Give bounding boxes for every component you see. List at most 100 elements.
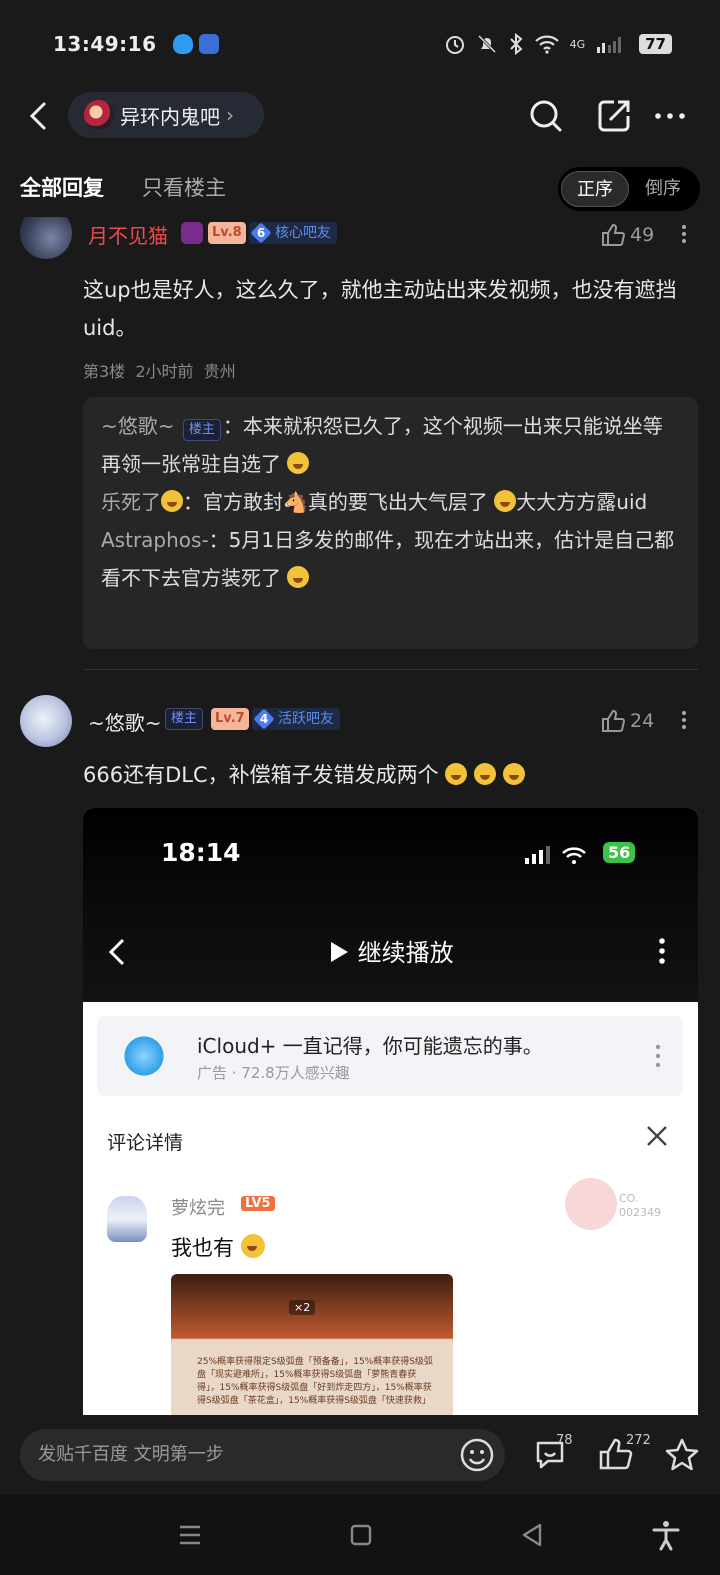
accessibility-icon[interactable] <box>648 1517 684 1553</box>
username[interactable]: ~悠歌~ <box>88 707 162 736</box>
more-options-icon[interactable] <box>679 708 689 734</box>
image-ad-banner: iCloud+ 一直记得，你可能遗忘的事。 广告 · 72.8万人感兴趣 <box>97 1016 683 1096</box>
like-count: 49 <box>630 224 655 246</box>
sub-reply[interactable]: ~悠歌~ 楼主 ：本来就积怨已久了，这个视频一出来只能说坐等再领一张常驻自选了 <box>101 407 680 483</box>
chevron-right-icon: › <box>226 103 234 127</box>
commenter-level: LV5 <box>241 1196 275 1211</box>
continue-play: 继续播放 <box>328 933 454 968</box>
emoji-icon[interactable] <box>457 1435 497 1475</box>
signal-4g-label: 4G <box>569 37 586 51</box>
commenter-text: 我也有 <box>171 1232 265 1262</box>
post-content: 这up也是好人，这么久了，就他主动站出来发视频，也没有遮挡uid。 <box>83 278 677 340</box>
signal-bars-icon <box>597 37 622 53</box>
ad-subtitle: 广告 · 72.8万人感兴趣 <box>197 1064 350 1082</box>
top-nav: 异环内鬼吧 › <box>0 88 720 144</box>
forum-avatar <box>84 100 114 130</box>
sub-replies[interactable]: ~悠歌~ 楼主 ：本来就积怨已久了，这个视频一出来只能说坐等再领一张常驻自选了 乐… <box>83 397 698 649</box>
bluetooth-icon <box>509 33 523 55</box>
app-notification-icon <box>198 34 219 54</box>
forum-name: 异环内鬼吧 <box>120 104 220 129</box>
ad-title: iCloud+ 一直记得，你可能遗忘的事。 <box>197 1034 543 1058</box>
ad-more-icon <box>655 1044 661 1068</box>
like-button[interactable]: 24 <box>600 708 654 734</box>
laughing-emoji-icon <box>474 763 496 785</box>
search-icon[interactable] <box>526 96 566 136</box>
member-badge: 4 活跃吧友 <box>252 708 340 730</box>
thumbs-up-icon <box>602 223 626 247</box>
sort-asc-button[interactable]: 正序 <box>561 171 629 207</box>
reply-input[interactable]: 发贴千百度 文明第一步 <box>20 1429 505 1481</box>
forum-chip[interactable]: 异环内鬼吧 › <box>68 92 264 138</box>
op-tag: 楼主 <box>165 708 204 730</box>
image-signal-icon <box>525 846 586 864</box>
home-icon[interactable] <box>343 1517 379 1553</box>
reply-feed: 月不见猫 Lv.8 6 核心吧友 49 这up也是好人，这么久了，就他主动站出来… <box>0 217 720 1415</box>
post-time: 2小时前 <box>135 362 194 381</box>
mute-icon <box>477 34 496 54</box>
comment-image: ×2 25%概率获得限定S级弧盘「预备备」，15%概率获得S级弧盘「现实避难所」… <box>171 1274 453 1415</box>
more-options-icon[interactable] <box>679 222 689 248</box>
sub-reply[interactable]: 乐死了 ：官方敢封🐴真的要飞出大气层了 大大方方露uid <box>101 483 680 521</box>
divider <box>83 669 698 670</box>
username[interactable]: 月不见猫 <box>88 220 168 249</box>
system-nav-bar <box>0 1495 720 1575</box>
menu-icon[interactable] <box>172 1517 208 1553</box>
sub-reply-author[interactable]: ~悠歌~ <box>101 414 175 438</box>
member-badge: 6 核心吧友 <box>249 222 337 244</box>
comment-count: 78 <box>556 1433 573 1448</box>
smirk-emoji-icon <box>240 1234 265 1258</box>
qq-icon <box>172 34 193 54</box>
bottom-action-bar: 发贴千百度 文明第一步 78 272 <box>0 1415 720 1495</box>
avatar[interactable] <box>20 695 72 747</box>
tab-all-replies[interactable]: 全部回复 <box>20 172 104 202</box>
comment-detail-title: 评论详情 <box>107 1132 184 1154</box>
sub-reply[interactable]: Astraphos-：5月1日多发的邮件，现在才站出来，估计是自己都看不下去官方… <box>101 521 680 597</box>
decoration-code: CO. 002349 <box>619 1192 661 1219</box>
laughing-emoji-icon <box>287 566 310 588</box>
laughing-emoji-icon <box>287 452 310 474</box>
commenter-name: 萝炫完 <box>171 1198 225 1219</box>
laughing-emoji-icon <box>502 763 525 785</box>
post-image[interactable]: 18:14 56 继续播放 iCloud+ 一直记得，你可能遗忘的事。 广告 ·… <box>83 808 698 1415</box>
sub-reply-author[interactable]: 乐死了 <box>101 490 161 514</box>
sub-reply-text-cont: 大大方方露uid <box>516 490 648 514</box>
status-time: 13:49:16 <box>53 32 157 56</box>
image-time: 18:14 <box>161 838 241 867</box>
more-icon[interactable] <box>650 96 690 136</box>
battery-indicator: 77 <box>639 34 672 54</box>
vip-icon <box>181 222 203 244</box>
like-count: 272 <box>626 1433 651 1448</box>
back-icon[interactable] <box>22 96 58 136</box>
close-icon <box>647 1126 667 1146</box>
status-bar: 13:49:16 4G 77 <box>0 0 720 88</box>
commenter-avatar <box>107 1196 147 1242</box>
post-content: 666还有DLC，补偿箱子发错发成两个 <box>83 756 525 794</box>
op-tag: 楼主 <box>182 419 221 441</box>
thumbs-up-icon <box>602 709 626 733</box>
post-meta: 第3楼 2小时前 贵州 <box>83 358 236 382</box>
image-caption-text: 25%概率获得限定S级弧盘「预备备」，15%概率获得S级弧盘「现实避难所」，15… <box>197 1357 433 1406</box>
laughing-emoji-icon <box>445 763 468 785</box>
image-more-icon <box>659 938 665 964</box>
tab-op-only[interactable]: 只看楼主 <box>142 172 226 202</box>
level-badge: Lv.7 <box>211 708 249 730</box>
share-icon[interactable] <box>594 96 634 136</box>
icloud-icon <box>119 1036 169 1076</box>
like-button[interactable]: 49 <box>600 222 654 248</box>
sub-reply-author[interactable]: Astraphos- <box>101 528 209 552</box>
star-icon[interactable] <box>662 1435 702 1475</box>
back-nav-icon[interactable] <box>514 1517 550 1553</box>
decoration-stamp <box>565 1178 617 1230</box>
image-battery: 56 <box>603 842 636 863</box>
wifi-icon <box>534 35 559 54</box>
sub-reply-text: 官方敢封🐴真的要飞出大气层了 <box>203 490 488 514</box>
sort-desc-button[interactable]: 倒序 <box>629 171 697 207</box>
like-count: 24 <box>630 710 655 732</box>
floor-number: 第3楼 <box>83 362 126 381</box>
laughing-emoji-icon <box>494 490 517 512</box>
image-video-header: 18:14 56 继续播放 <box>83 808 698 1002</box>
avatar[interactable] <box>20 217 72 259</box>
sort-toggle: 正序 倒序 <box>558 167 700 211</box>
reply-tabs: 全部回复 只看楼主 正序 倒序 <box>0 160 720 216</box>
smile-emoji-icon <box>161 490 183 512</box>
